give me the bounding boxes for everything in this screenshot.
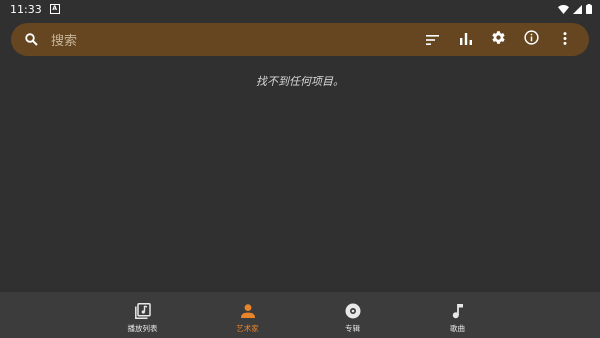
song-icon — [449, 303, 467, 319]
battery-icon — [586, 4, 592, 14]
status-bar: 11:33 A — [0, 0, 600, 18]
status-left: 11:33 A — [10, 3, 60, 16]
nav-label-songs: 歌曲 — [450, 324, 465, 333]
settings-icon — [491, 30, 506, 49]
artist-icon — [239, 303, 257, 319]
equalizer-icon — [459, 30, 472, 49]
status-right — [558, 4, 592, 14]
wifi-icon — [558, 4, 569, 14]
nav-label-albums: 专辑 — [345, 324, 360, 333]
nav-label-playlists: 播放列表 — [127, 324, 158, 333]
playlist-icon — [134, 303, 152, 319]
more-options-button[interactable] — [548, 23, 581, 56]
nav-item-artists[interactable]: 艺术家 — [195, 292, 300, 338]
nav-item-playlists[interactable]: 播放列表 — [90, 292, 195, 338]
nav-item-songs[interactable]: 歌曲 — [405, 292, 510, 338]
app-screen: 11:33 A 搜索 找不到任何项目。 播放列表 艺术家 专辑 歌曲 — [0, 0, 600, 338]
empty-state-message: 找不到任何项目。 — [256, 75, 344, 88]
search-icon[interactable] — [24, 33, 38, 47]
more-vert-icon — [563, 30, 567, 49]
search-input[interactable]: 搜索 — [51, 30, 416, 49]
equalizer-button[interactable] — [449, 23, 482, 56]
app-notification-icon: A — [49, 4, 60, 14]
nav-label-artists: 艺术家 — [236, 324, 259, 333]
signal-icon — [573, 4, 582, 14]
bottom-navigation: 播放列表 艺术家 专辑 歌曲 — [0, 292, 600, 338]
nav-item-albums[interactable]: 专辑 — [300, 292, 405, 338]
album-icon — [344, 303, 362, 319]
search-bar[interactable]: 搜索 — [11, 23, 589, 56]
sort-button[interactable] — [416, 23, 449, 56]
settings-button[interactable] — [482, 23, 515, 56]
sort-icon — [426, 30, 439, 49]
status-time: 11:33 — [10, 2, 42, 16]
info-button[interactable] — [515, 23, 548, 56]
toolbar-actions — [416, 23, 581, 56]
info-icon — [524, 30, 539, 49]
